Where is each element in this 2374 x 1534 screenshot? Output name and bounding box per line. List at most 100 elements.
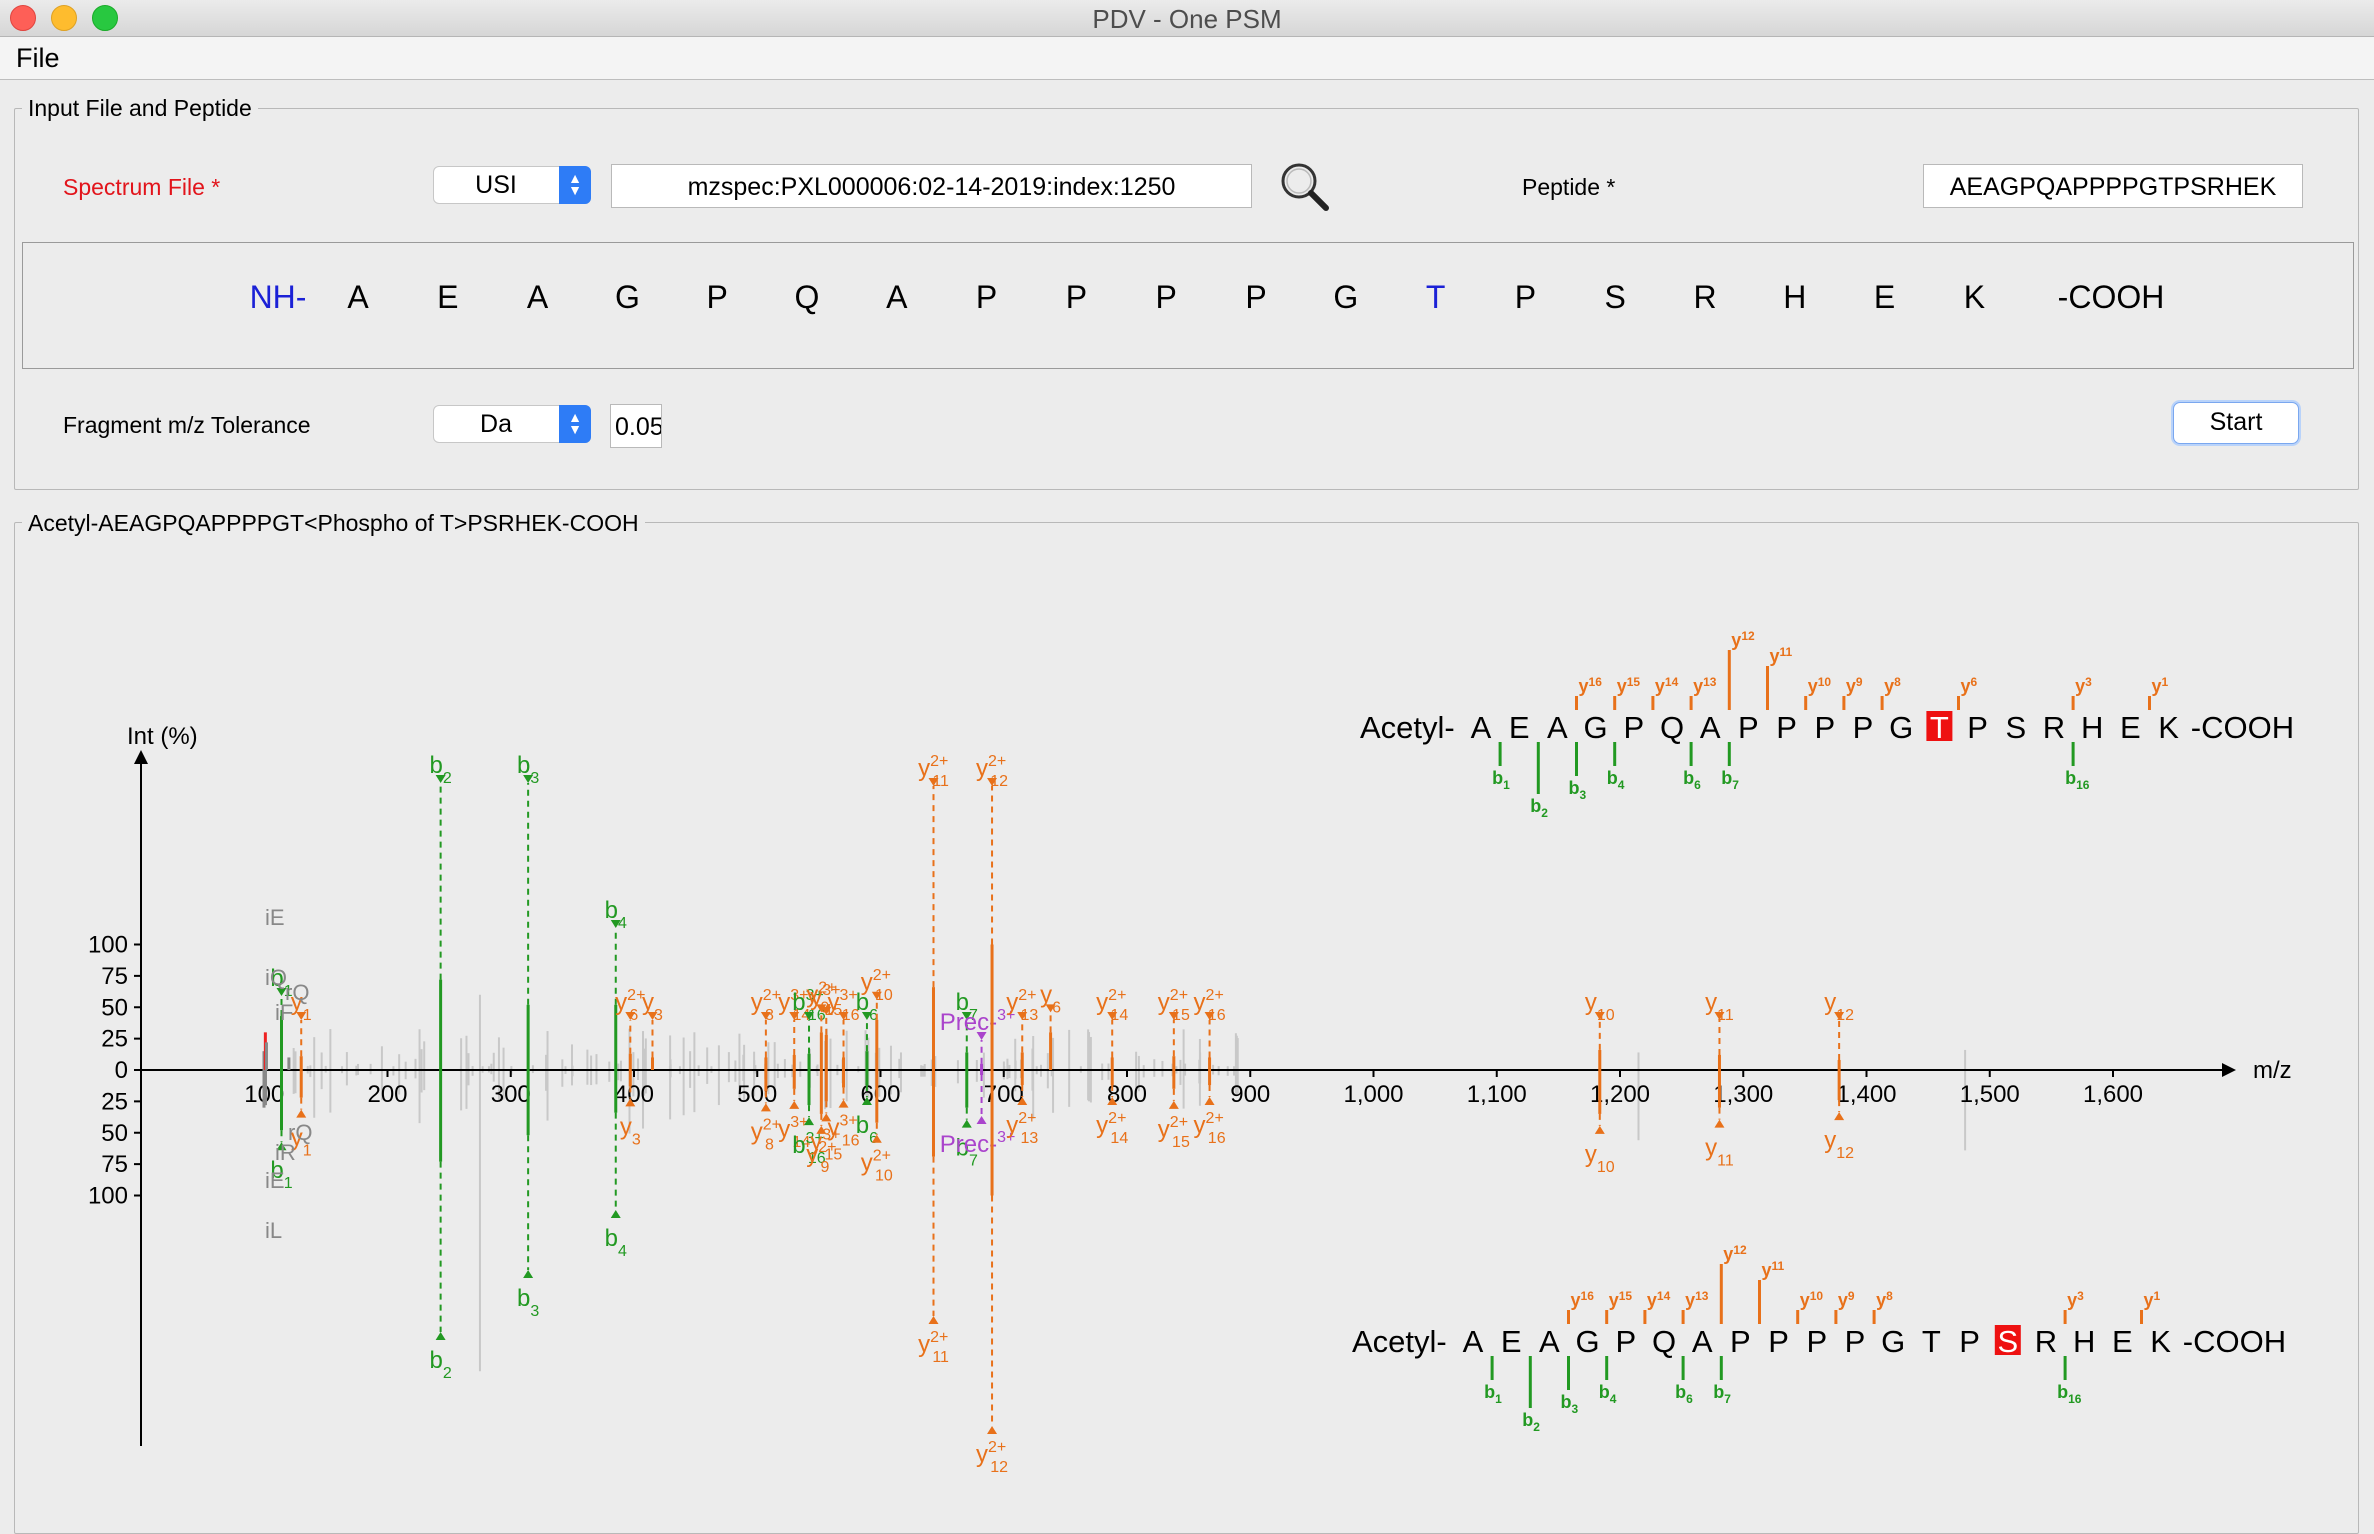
- residue-token[interactable]: G: [597, 279, 657, 316]
- b-ion-label: b7: [1721, 768, 1739, 792]
- residue-token[interactable]: E: [418, 279, 478, 316]
- residue-token[interactable]: P: [687, 279, 747, 316]
- residue-token[interactable]: A: [508, 279, 568, 316]
- peak-marker: [523, 1270, 534, 1278]
- y-ion-label: y13: [1693, 675, 1717, 696]
- y-tick-label: 50: [101, 994, 128, 1021]
- start-button[interactable]: Start: [2173, 402, 2299, 444]
- sequence-residue: A: [1700, 710, 1721, 745]
- sequence-residue: P: [1853, 710, 1874, 745]
- peak-marker: [987, 1426, 998, 1434]
- peak-label: y12: [1824, 1127, 1854, 1162]
- y-ion-label: y12: [1731, 629, 1755, 650]
- menu-file[interactable]: File: [16, 43, 60, 74]
- residue-token[interactable]: H: [1765, 279, 1825, 316]
- sequence-residue: E: [1501, 1324, 1522, 1359]
- usi-input[interactable]: mzspec:PXL000006:02-14-2019:index:1250: [611, 164, 1252, 208]
- b-ion-label: b6: [1683, 768, 1701, 792]
- sequence-residue: P: [1730, 1324, 1751, 1359]
- x-tick-label: 900: [1230, 1081, 1270, 1108]
- sequence-residue: R: [2035, 1324, 2057, 1359]
- b-ion-label: b2: [1530, 796, 1548, 820]
- x-tick-label: 400: [614, 1081, 654, 1108]
- peak-marker: [610, 1210, 621, 1218]
- y-ion-label: y14: [1647, 1289, 1671, 1310]
- b-ion-label: b16: [2057, 1382, 2082, 1406]
- sequence-residue: P: [1623, 710, 1644, 745]
- sequence-residue: G: [1889, 710, 1913, 745]
- source-select[interactable]: USI ▲ ▼: [433, 166, 591, 204]
- x-tick-label: 500: [737, 1081, 777, 1108]
- y-tick-label: 75: [101, 1151, 128, 1178]
- residue-token[interactable]: K: [1944, 279, 2004, 316]
- peak-label: Prec-3+: [940, 1129, 1016, 1158]
- residue-token[interactable]: A: [328, 279, 388, 316]
- y-ion-label: y10: [1800, 1289, 1824, 1310]
- residue-token[interactable]: S: [1585, 279, 1645, 316]
- search-icon[interactable]: [1278, 160, 1332, 214]
- y-ion-label: y11: [1770, 645, 1793, 666]
- modified-residue: T: [1930, 710, 1949, 745]
- peak-label: y2+ 8: [751, 1116, 781, 1153]
- sequence-residue: G: [1584, 710, 1608, 745]
- spectrum-file-label: Spectrum File *: [63, 174, 221, 200]
- sequence-residue: P: [1738, 710, 1759, 745]
- tolerance-unit-select[interactable]: Da ▲ ▼: [433, 405, 591, 443]
- peptide-input[interactable]: AEAGPQAPPPPGTPSRHEK: [1923, 164, 2303, 208]
- y-tick-label: 100: [88, 1183, 128, 1210]
- peak-marker: [928, 1316, 939, 1324]
- residue-token[interactable]: P: [1136, 279, 1196, 316]
- residue-token[interactable]: P: [1046, 279, 1106, 316]
- n-term-token[interactable]: NH-: [233, 279, 323, 316]
- annotated-sequence-suffix: -COOH: [2191, 710, 2294, 745]
- tolerance-label: Fragment m/z Tolerance: [63, 412, 311, 438]
- y-ion-label: y1: [2144, 1289, 2161, 1310]
- residue-token[interactable]: T: [1406, 279, 1466, 316]
- y-ion-label: y10: [1808, 675, 1832, 696]
- y-ion-label: y3: [2067, 1289, 2084, 1310]
- x-tick-label: 300: [491, 1081, 531, 1108]
- y-ion-label: y8: [1884, 675, 1901, 696]
- residue-token[interactable]: P: [957, 279, 1017, 316]
- peak-label: y2+ 15: [1158, 1114, 1190, 1151]
- sequence-residue: P: [1967, 710, 1988, 745]
- c-term-token[interactable]: -COOH: [2051, 279, 2171, 316]
- x-tick-label: 1,000: [1343, 1081, 1403, 1108]
- sequence-residue: P: [1615, 1324, 1636, 1359]
- sequence-editor[interactable]: NH- A E A G P Q A P P P P G T P S R H E K -COOH: [22, 242, 2354, 369]
- tolerance-input[interactable]: 0.05: [610, 404, 662, 448]
- source-select-value: USI: [475, 171, 517, 199]
- residue-token[interactable]: Q: [777, 279, 837, 316]
- annotated-sequence-suffix: -COOH: [2183, 1324, 2286, 1359]
- y-ion-label: y9: [1846, 675, 1863, 696]
- peak-marker: [976, 1116, 987, 1124]
- residue-token[interactable]: E: [1855, 279, 1915, 316]
- residue-token[interactable]: P: [1495, 279, 1555, 316]
- sequence-residue: P: [1806, 1324, 1827, 1359]
- residue-token[interactable]: A: [867, 279, 927, 316]
- spectrum-plot[interactable]: m/zInt (%)1002003004005006007008009001,0…: [0, 540, 2374, 1526]
- modified-residue: S: [1997, 1324, 2018, 1359]
- x-tick-label: 1,400: [1836, 1081, 1896, 1108]
- sequence-residue: P: [1959, 1324, 1980, 1359]
- y-ion-label: y8: [1876, 1289, 1893, 1310]
- residue-token[interactable]: R: [1675, 279, 1735, 316]
- peak-label: y2+ 11: [918, 1329, 949, 1366]
- peak-label: y2+ 16: [1194, 1110, 1226, 1147]
- peak-marker: [1168, 1100, 1179, 1109]
- peak-label: y2+ 11: [918, 753, 949, 790]
- residue-token[interactable]: P: [1226, 279, 1286, 316]
- b-ion-label: b4: [1607, 768, 1625, 792]
- x-tick-label: 1,500: [1960, 1081, 2020, 1108]
- x-tick-label: 700: [984, 1081, 1024, 1108]
- y-ion-label: y15: [1617, 675, 1641, 696]
- chevron-updown-icon: ▲ ▼: [559, 405, 591, 443]
- immonium-label: iQ: [265, 965, 287, 990]
- sequence-residue: H: [2081, 710, 2103, 745]
- y-tick-label: 75: [101, 963, 128, 990]
- residue-token[interactable]: G: [1316, 279, 1376, 316]
- peak-label: y11: [1705, 1135, 1734, 1170]
- peak-marker: [961, 1119, 972, 1128]
- sequence-residue: R: [2043, 710, 2065, 745]
- peak-label: y2+ 10: [861, 1148, 893, 1185]
